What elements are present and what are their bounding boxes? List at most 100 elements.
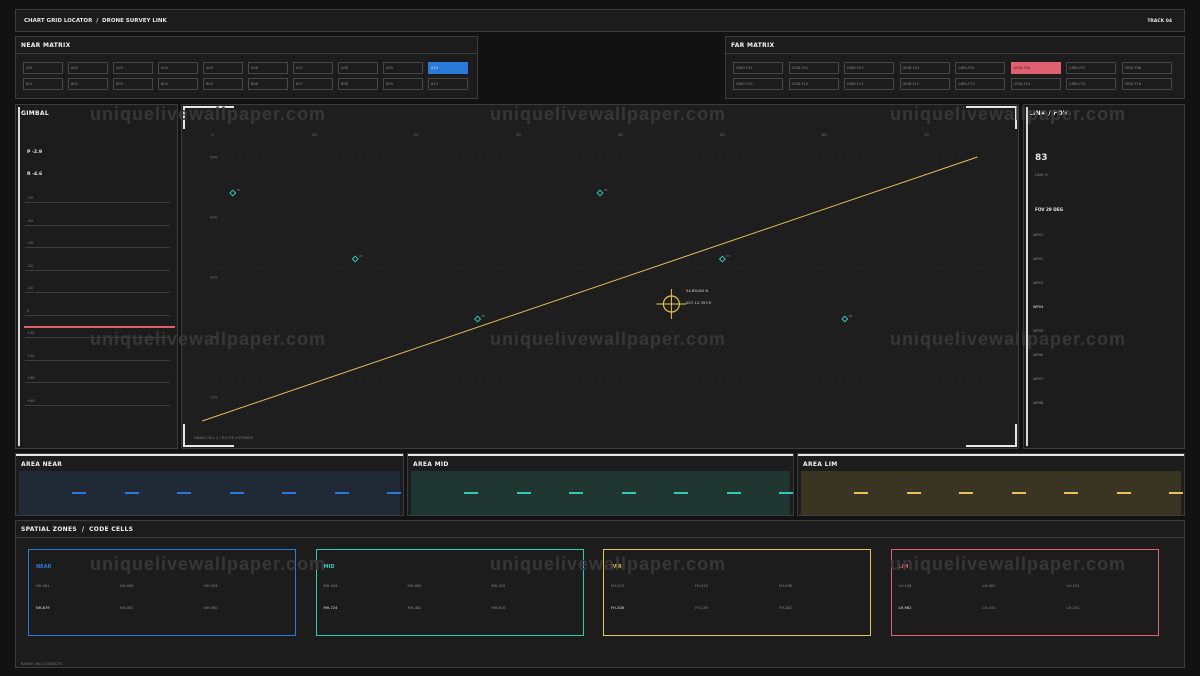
crosshair-icon [656, 289, 687, 319]
near-matrix-cell[interactable]: A02 [68, 62, 108, 74]
data-point-label: P1 [237, 188, 241, 192]
zone-code-cell[interactable]: NH-068 [120, 584, 134, 588]
route-line [202, 156, 978, 422]
near-matrix-cell[interactable]: B05 [203, 78, 243, 90]
zone-code-cell[interactable]: LH-125 [1067, 584, 1080, 588]
near-matrix-cell[interactable]: A06 [248, 62, 288, 74]
zone-code-cell[interactable]: LH-962 [899, 606, 912, 610]
link-panel: LINK / FOV 83 LINK % FOV 29 DEG WP01 WP02… [1023, 104, 1185, 449]
zone-code-cell[interactable]: LH-481 [983, 584, 996, 588]
near-matrix-cell[interactable]: A08 [338, 62, 378, 74]
zone-code-cell[interactable]: MH-462 [408, 606, 422, 610]
gimbal-roll: R -4.6 [27, 172, 43, 177]
gimbal-tick-label: +40 [27, 398, 35, 403]
zone-code-cell[interactable]: MH-432 [492, 584, 506, 588]
x-tick-label: 60 [822, 132, 827, 137]
near-matrix-cell[interactable]: B09 [383, 78, 423, 90]
x-tick-label: 30 [516, 132, 521, 137]
zone-code-cell[interactable]: LH-150 [983, 606, 996, 610]
near-matrix-cell[interactable]: B06 [248, 78, 288, 90]
gimbal-tick-label: +10 [27, 331, 35, 335]
zone-code-cell[interactable]: FH-098 [779, 584, 792, 588]
zone-code-cell[interactable]: FH-208 [611, 606, 624, 610]
data-point [351, 255, 359, 263]
link-tick-label[interactable]: WP05 [1033, 329, 1043, 333]
zone-code-cell[interactable]: LH-201 [1067, 606, 1080, 610]
plot-canvas[interactable]: 0 10 20 30 40 50 60 70 500 400 300 200 100 P1 P2 P3 P4 P… [182, 105, 1018, 448]
zone-code-cell[interactable]: MH-680 [408, 584, 422, 588]
link-tick-label[interactable]: WP08 [1033, 401, 1043, 405]
near-matrix-cell[interactable]: B07 [293, 78, 333, 90]
far-matrix-cell[interactable]: GRID-F08 [1121, 62, 1172, 74]
route-dash [282, 492, 296, 494]
zone-code-cell[interactable]: NH-093 [204, 584, 218, 588]
zone-code-cell[interactable]: NH-061 [36, 584, 50, 588]
route-dash [177, 492, 191, 494]
near-matrix-cell[interactable]: A03 [113, 62, 153, 74]
link-tick-label[interactable]: WP01 [1033, 233, 1043, 237]
x-tick-label: 40 [618, 132, 623, 137]
zone-code-cell[interactable]: MH-504 [324, 584, 338, 588]
zone-code-cell[interactable]: NH-879 [36, 606, 50, 610]
far-matrix-cell[interactable]: GRID-F13 [955, 78, 1005, 90]
near-matrix-cell[interactable]: A07 [293, 62, 333, 74]
area-strip[interactable] [801, 471, 1183, 515]
near-matrix-cell[interactable]: A01 [23, 62, 63, 74]
far-matrix-cell[interactable]: GRID-F16 [1121, 78, 1172, 90]
far-matrix-cell[interactable]: GRID-F03 [844, 62, 894, 74]
far-matrix-cell[interactable]: GRID-F01 [733, 62, 783, 74]
far-matrix-cell[interactable]: GRID-F02 [788, 62, 839, 74]
gimbal-tick-line [25, 404, 170, 406]
zone-near[interactable]: NEAR NH-061 NH-068 NH-093 NH-879 NH-081 NH-060 [28, 549, 296, 636]
near-matrix-cell[interactable]: A09 [383, 62, 423, 74]
near-matrix-cell[interactable]: B10 [428, 78, 468, 90]
near-matrix-cell[interactable]: B04 [158, 78, 198, 90]
near-matrix-cell[interactable]: B03 [113, 78, 153, 90]
near-matrix-cell[interactable]: B08 [338, 78, 378, 90]
zone-far[interactable]: FAR FH-203 FH-515 FH-098 FH-208 FH-239 FH-282 [603, 549, 871, 636]
link-tick-label[interactable]: WP04 [1033, 305, 1043, 309]
near-matrix-cell[interactable]: B01 [23, 78, 63, 90]
route-dash [726, 492, 741, 494]
zone-code-cell[interactable]: NH-081 [120, 606, 134, 610]
gimbal-tick-label: -10 [27, 286, 33, 290]
far-matrix-cell[interactable]: GRID-F14 [1010, 78, 1061, 90]
gimbal-tick-line [25, 292, 170, 293]
far-matrix-cell[interactable]: GRID-F06 [1010, 62, 1061, 74]
far-matrix-cell[interactable]: GRID-F10 [788, 78, 839, 90]
zone-code-cell[interactable]: LH-106 [899, 584, 912, 588]
far-matrix-cell[interactable]: GRID-F11 [844, 78, 894, 90]
far-matrix-cell[interactable]: GRID-F05 [955, 62, 1005, 74]
link-tick-label[interactable]: WP06 [1033, 353, 1043, 357]
y-tick-label: 300 [210, 275, 218, 280]
link-tick-label[interactable]: WP07 [1033, 377, 1043, 381]
fov-label: FOV 29 DEG [1035, 207, 1064, 212]
far-matrix-cell[interactable]: GRID-F07 [1066, 62, 1116, 74]
zone-code-cell[interactable]: MH-724 [324, 606, 338, 610]
link-title: LINK / FOV [1029, 110, 1068, 117]
zone-code-cell[interactable]: NH-060 [204, 606, 218, 610]
gimbal-panel: GIMBAL P -2.9 R -4.6 -50 -40 -30 -20 -10 0 +10… [15, 104, 178, 449]
far-matrix-cell[interactable]: GRID-F04 [899, 62, 950, 74]
zone-code-cell[interactable]: FH-239 [695, 606, 708, 610]
link-tick-label[interactable]: WP03 [1033, 281, 1043, 285]
zone-code-cell[interactable]: FH-515 [695, 584, 708, 588]
far-matrix-cell[interactable]: GRID-F15 [1066, 78, 1116, 90]
near-matrix-cell[interactable]: A04 [158, 62, 198, 74]
near-matrix-cell[interactable]: A05 [203, 62, 243, 74]
route-dash [674, 492, 688, 494]
zone-code-cell[interactable]: MH-816 [492, 606, 506, 610]
area-strip[interactable] [19, 471, 401, 515]
far-matrix-cell[interactable]: GRID-F12 [899, 78, 950, 90]
far-matrix-cell[interactable]: GRID-F09 [733, 78, 783, 90]
zone-code-cell[interactable]: FH-282 [779, 606, 792, 610]
near-matrix-cell[interactable]: A10 [428, 62, 468, 74]
zone-code-cell[interactable]: FH-203 [611, 584, 624, 588]
y-tick-label: 500 [210, 155, 218, 160]
zone-mid[interactable]: MID MH-504 MH-680 MH-432 MH-724 MH-462 MH-816 [315, 549, 584, 636]
header-bar: CHART GRID LOCATOR / DRONE SURVEY LINK T… [15, 9, 1185, 32]
link-tick-label[interactable]: WP02 [1033, 257, 1043, 261]
zone-lim[interactable]: LIM LH-106 LH-481 LH-125 LH-962 LH-150 LH-201 [890, 549, 1159, 636]
area-strip[interactable] [411, 471, 793, 515]
near-matrix-cell[interactable]: B02 [68, 78, 108, 90]
